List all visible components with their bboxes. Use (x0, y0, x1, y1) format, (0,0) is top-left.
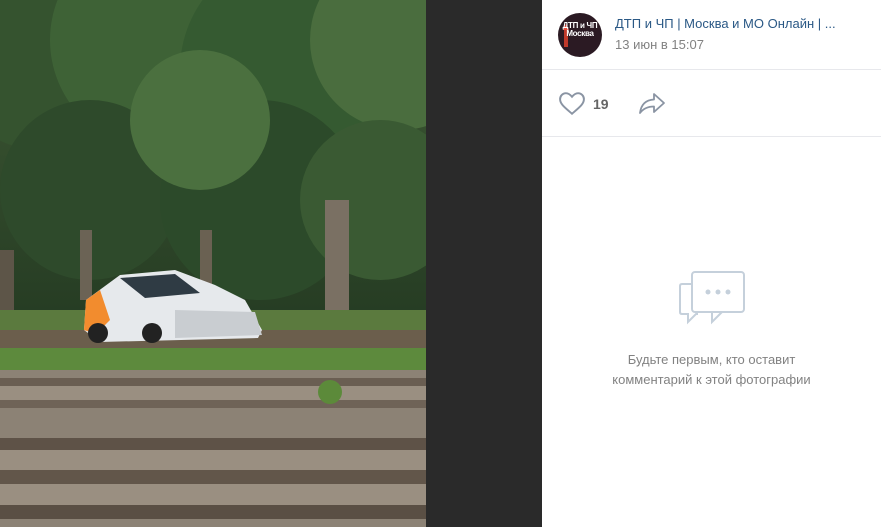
like-count: 19 (593, 96, 609, 112)
speech-bubbles-icon (678, 271, 745, 325)
like-button[interactable]: 19 (559, 92, 609, 116)
author-avatar[interactable]: ДТП и ЧП Москва (558, 13, 602, 57)
viewer-backdrop (426, 0, 542, 527)
share-arrow-icon (639, 93, 665, 114)
photo-image (0, 0, 426, 527)
post-photo[interactable] (0, 0, 426, 527)
post-date[interactable]: 13 июн в 15:07 (615, 37, 704, 52)
empty-comments-text: Будьте первым, кто оставит комментарий к… (612, 352, 811, 387)
post-actions: 19 (542, 70, 881, 137)
author-name-link[interactable]: ДТП и ЧП | Москва и МО Онлайн | ... (615, 16, 867, 31)
post-header: ДТП и ЧП Москва ДТП и ЧП | Москва и МО О… (542, 0, 881, 70)
avatar-logo-text: ДТП и ЧП Москва (562, 21, 598, 38)
comments-empty-state: Будьте первым, кто оставит комментарий к… (542, 270, 881, 390)
heart-icon (559, 92, 585, 116)
share-button[interactable] (638, 91, 666, 120)
photo-side-panel: ДТП и ЧП Москва ДТП и ЧП | Москва и МО О… (542, 0, 881, 527)
